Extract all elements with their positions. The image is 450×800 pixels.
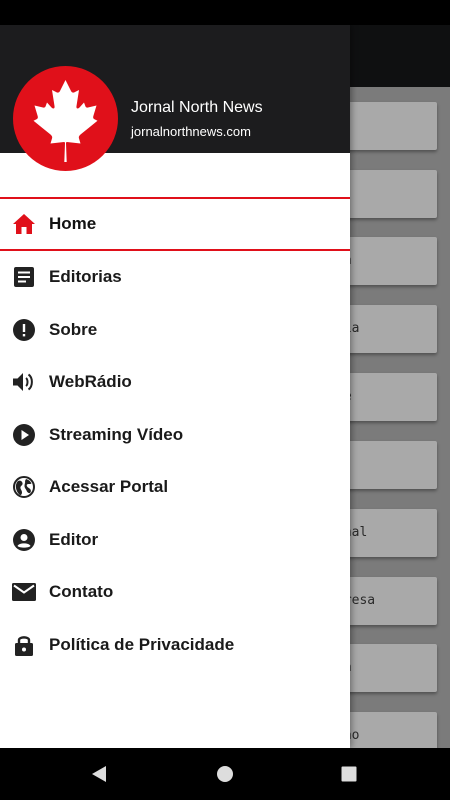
menu-item-label: Sobre: [49, 319, 98, 339]
menu-item-contato[interactable]: Contato: [0, 566, 350, 619]
menu-item-politica-privacidade[interactable]: Política de Privacidade: [0, 619, 350, 672]
menu-item-editorias[interactable]: Editorias: [0, 251, 350, 304]
menu-item-label: Streaming Vídeo: [49, 424, 184, 444]
menu-item-webradio[interactable]: WebRádio: [0, 356, 350, 409]
menu-item-home[interactable]: Home: [0, 197, 350, 251]
app-title: Jornal North News: [131, 99, 263, 116]
globe-icon: [12, 475, 36, 499]
menu-item-streaming-video[interactable]: Streaming Vídeo: [0, 409, 350, 462]
lock-icon: [12, 633, 36, 657]
menu-item-label: WebRádio: [49, 372, 132, 392]
menu-item-label: Home: [49, 214, 97, 233]
recents-icon[interactable]: [337, 762, 361, 786]
menu-item-label: Editor: [49, 529, 99, 549]
article-icon: [12, 265, 36, 289]
navigation-drawer: Jornal North News jornalnorthnews.com Ho…: [0, 25, 350, 748]
menu-item-label: Acessar Portal: [49, 477, 169, 497]
system-navigation-bar: [0, 748, 450, 800]
status-bar: [0, 0, 450, 25]
mail-icon: [12, 580, 36, 604]
menu-item-label: Contato: [49, 582, 114, 602]
back-icon[interactable]: [87, 762, 111, 786]
menu-item-label: Editorias: [49, 267, 122, 287]
menu-item-sobre[interactable]: Sobre: [0, 304, 350, 357]
menu-item-label: Política de Privacidade: [49, 634, 235, 654]
home-icon: [12, 212, 36, 236]
menu-item-editor[interactable]: Editor: [0, 514, 350, 567]
info-alert-icon: [12, 318, 36, 342]
maple-leaf-icon: [13, 66, 118, 171]
drawer-menu: Home Editorias Sobre WebRádio Streaming …: [0, 197, 350, 671]
menu-item-acessar-portal[interactable]: Acessar Portal: [0, 461, 350, 514]
play-icon: [12, 423, 36, 447]
volume-icon: [12, 370, 36, 394]
account-icon: [12, 528, 36, 552]
home-circle-icon[interactable]: [213, 762, 237, 786]
app-website: jornalnorthnews.com: [131, 124, 251, 139]
